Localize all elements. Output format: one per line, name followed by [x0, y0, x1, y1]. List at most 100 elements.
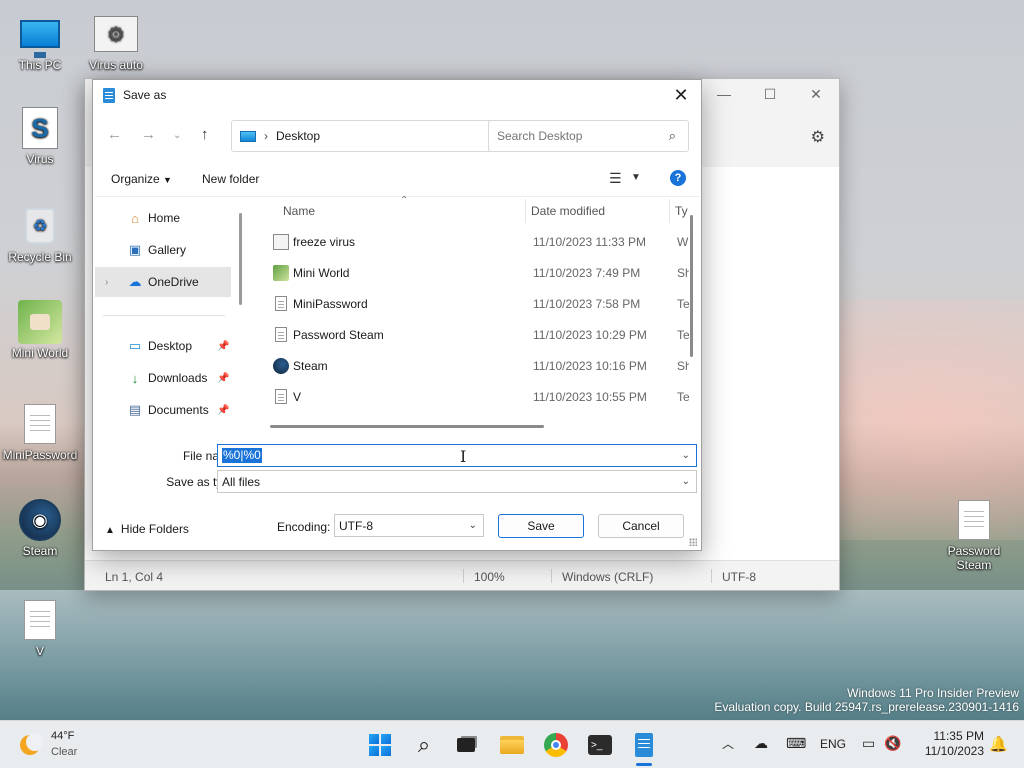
encoding-select[interactable]: UTF-8 ⌄ [334, 514, 484, 537]
desktop-icon-password-steam[interactable]: Password Steam [934, 498, 1014, 572]
text-file-icon [275, 327, 287, 342]
file-date: 11/10/2023 10:29 PM [533, 328, 647, 342]
forward-arrow-icon[interactable]: → [141, 126, 156, 143]
desktop-icon-label: Password Steam [947, 544, 1001, 572]
search-icon[interactable]: ⌕ [669, 128, 676, 144]
table-row[interactable]: freeze virus 11/10/2023 11:33 PM W [260, 227, 690, 257]
taskbar: 44°F Clear ⌕ >_ ︿ ☁ ⌨ ENG ▭ 🔇 11:35 PM 1… [0, 720, 1024, 768]
cloud-offline-icon[interactable]: ☁ [754, 735, 768, 752]
close-icon[interactable]: ✕ [793, 79, 839, 109]
script-icon: S [18, 106, 62, 150]
chrome-icon[interactable] [540, 729, 572, 761]
text-file-icon [18, 402, 62, 446]
nav-item-documents[interactable]: ▤ Documents 📌 [95, 395, 231, 425]
weather-condition[interactable]: Clear [51, 746, 77, 758]
cancel-button[interactable]: Cancel [598, 514, 684, 538]
close-icon[interactable]: ✕ [667, 82, 695, 108]
column-header-date[interactable]: Date modified [531, 197, 605, 225]
terminal-icon[interactable]: >_ [584, 729, 616, 761]
resize-grip-icon[interactable] [689, 538, 697, 546]
minimize-icon[interactable]: — [701, 79, 747, 109]
maximize-icon[interactable]: ☐ [747, 79, 793, 109]
search-input[interactable] [497, 129, 657, 143]
chevron-right-icon[interactable]: › [105, 277, 108, 288]
notepad-status-bar: Ln 1, Col 4 100% Windows (CRLF) UTF-8 [85, 560, 839, 590]
search-icon[interactable]: ⌕ [408, 729, 440, 761]
nav-item-home[interactable]: ⌂ Home [95, 203, 231, 233]
network-icon[interactable]: ▭ [862, 735, 875, 752]
clock[interactable]: 11:35 PM 11/10/2023 [925, 729, 984, 759]
keyboard-icon[interactable]: ⌨ [786, 735, 806, 752]
file-name: Steam [293, 359, 328, 373]
chevron-down-icon[interactable]: ⌄ [682, 476, 690, 487]
start-button[interactable] [364, 729, 396, 761]
desktop-icon-virus[interactable]: S Virus [0, 106, 80, 166]
table-row[interactable]: Mini World 11/10/2023 7:49 PM Sh [260, 258, 690, 288]
list-vertical-scrollbar[interactable] [690, 215, 693, 357]
nav-scrollbar[interactable] [239, 213, 242, 305]
desktop-icon-mini-world[interactable]: Mini World [0, 300, 80, 360]
bell-icon[interactable]: 🔔 [989, 735, 1008, 753]
nav-item-desktop[interactable]: ▭ Desktop 📌 [95, 331, 231, 361]
up-arrow-icon[interactable]: ↑ [201, 126, 209, 143]
text-file-icon [275, 296, 287, 311]
desktop-icon-virus-auto[interactable]: ⚙ Virus auto [76, 12, 156, 72]
task-view-icon[interactable] [450, 729, 482, 761]
dialog-title-bar: Save as ✕ [93, 80, 701, 110]
chevron-up-icon[interactable]: ︿ [722, 735, 734, 752]
recent-dropdown-icon[interactable]: ⌄ [173, 130, 181, 141]
file-name-input[interactable]: %0|%0 I ⌄ [217, 444, 697, 467]
table-row[interactable]: Steam 11/10/2023 10:16 PM Sh [260, 351, 690, 381]
list-horizontal-scrollbar[interactable] [270, 425, 544, 428]
new-folder-button[interactable]: New folder [202, 172, 259, 186]
file-type: W [677, 235, 689, 249]
mini-world-icon [273, 265, 289, 281]
nav-item-onedrive[interactable]: › ☁ OneDrive [95, 267, 231, 297]
notepad-icon[interactable] [628, 729, 660, 761]
save-type-select[interactable]: All files ⌄ [217, 470, 697, 493]
file-date: 11/10/2023 10:55 PM [533, 390, 647, 404]
desktop-icon-recycle-bin[interactable]: ♻ Recycle Bin [0, 204, 80, 264]
search-box[interactable]: ⌕ [488, 120, 689, 152]
language-indicator[interactable]: ENG [820, 737, 846, 751]
desktop-icon-steam[interactable]: ◉ Steam [0, 498, 80, 558]
file-explorer-icon[interactable] [496, 729, 528, 761]
home-icon: ⌂ [131, 210, 139, 226]
desktop-icon-v[interactable]: V [0, 598, 80, 658]
help-icon[interactable]: ? [670, 170, 686, 186]
nav-item-gallery[interactable]: ▣ Gallery [95, 235, 231, 265]
caret-down-icon[interactable]: ▼ [631, 172, 641, 183]
file-name: MiniPassword [293, 297, 368, 311]
desktop-icon-this-pc[interactable]: This PC [0, 12, 80, 72]
column-header-name[interactable]: Name [283, 197, 315, 225]
shortcut-file-icon [273, 234, 289, 250]
back-arrow-icon[interactable]: ← [107, 126, 122, 143]
chevron-down-icon[interactable]: ⌄ [469, 520, 477, 531]
save-button[interactable]: Save [498, 514, 584, 538]
hide-folders-button[interactable]: ▲ Hide Folders [105, 522, 189, 536]
gallery-icon: ▣ [128, 242, 142, 257]
volume-muted-icon[interactable]: 🔇 [884, 735, 901, 752]
text-file-icon [18, 598, 62, 642]
table-row[interactable]: V 11/10/2023 10:55 PM Te [260, 382, 690, 412]
moon-weather-icon[interactable] [18, 733, 44, 757]
settings-gear-icon[interactable]: ⚙ [811, 127, 825, 147]
encoding-label: Encoding: [277, 520, 331, 534]
text-file-icon [952, 498, 996, 542]
column-header-type[interactable]: Ty [675, 197, 689, 225]
browser-panes: ⌂ Home ▣ Gallery › ☁ OneDrive ▭ Desktop … [95, 195, 699, 432]
sort-caret-icon: ⌃ [400, 195, 409, 206]
hide-folders-label: Hide Folders [120, 522, 189, 536]
chevron-down-icon[interactable]: ⌄ [682, 450, 690, 461]
dialog-footer: ▲ Hide Folders Encoding: UTF-8 ⌄ Save Can… [93, 512, 701, 542]
weather-temperature[interactable]: 44°F [51, 730, 74, 742]
nav-item-downloads[interactable]: ↓ Downloads 📌 [95, 363, 231, 393]
table-row[interactable]: Password Steam 11/10/2023 10:29 PM Te [260, 320, 690, 350]
view-list-icon[interactable]: ☰ [609, 170, 622, 187]
organize-label: Organize [111, 172, 160, 186]
desktop-icon-minipassword[interactable]: MiniPassword [0, 402, 80, 462]
file-name-row: File name: %0|%0 I ⌄ [93, 444, 701, 468]
table-row[interactable]: MiniPassword 11/10/2023 7:58 PM Te [260, 289, 690, 319]
nav-divider [103, 315, 225, 316]
organize-button[interactable]: Organize ▼ [111, 172, 172, 186]
